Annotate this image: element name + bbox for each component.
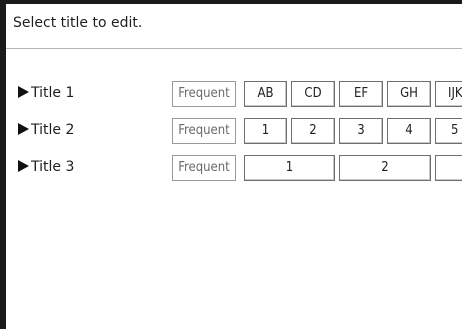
title-2-key-3[interactable]: 3 xyxy=(339,118,383,144)
right-triangle-icon xyxy=(18,86,29,98)
title-row-3: Title 3 Frequent 1 2 xyxy=(6,155,462,181)
title-1-text: Title 1 xyxy=(31,85,75,101)
title-2-key-5[interactable]: 5 xyxy=(435,118,462,144)
title-1-key-cd[interactable]: CD xyxy=(291,81,335,107)
title-3-key-3[interactable] xyxy=(435,155,462,181)
title-2-label: Title 2 xyxy=(18,122,74,138)
title-2-frequent-button[interactable]: Frequent xyxy=(172,118,236,144)
title-2-key-2[interactable]: 2 xyxy=(291,118,335,144)
title-1-key-ijk[interactable]: IJK xyxy=(435,81,462,107)
instruction-bar: Select title to edit. xyxy=(6,4,462,49)
title-3-key-2[interactable]: 2 xyxy=(339,155,431,181)
instruction-text: Select title to edit. xyxy=(13,15,143,31)
title-1-key-gh[interactable]: GH xyxy=(387,81,431,107)
title-3-text: Title 3 xyxy=(31,159,75,175)
title-3-label: Title 3 xyxy=(18,159,74,175)
title-1-frequent-button[interactable]: Frequent xyxy=(172,81,236,107)
right-triangle-icon xyxy=(18,160,29,172)
title-3-key-1[interactable]: 1 xyxy=(244,155,335,181)
title-1-label: Title 1 xyxy=(18,85,74,101)
title-2-text: Title 2 xyxy=(31,122,75,138)
title-edit-screen: Select title to edit. Title 1 Frequent A… xyxy=(0,0,462,329)
title-3-frequent-button[interactable]: Frequent xyxy=(172,155,236,181)
right-triangle-icon xyxy=(18,123,29,135)
title-row-2: Title 2 Frequent 1 2 3 4 5 xyxy=(6,118,462,144)
title-1-key-ab[interactable]: AB xyxy=(244,81,287,107)
title-row-1: Title 1 Frequent AB CD EF GH IJK xyxy=(6,81,462,107)
title-1-key-ef[interactable]: EF xyxy=(339,81,383,107)
title-2-key-4[interactable]: 4 xyxy=(387,118,431,144)
title-2-key-1[interactable]: 1 xyxy=(244,118,287,144)
